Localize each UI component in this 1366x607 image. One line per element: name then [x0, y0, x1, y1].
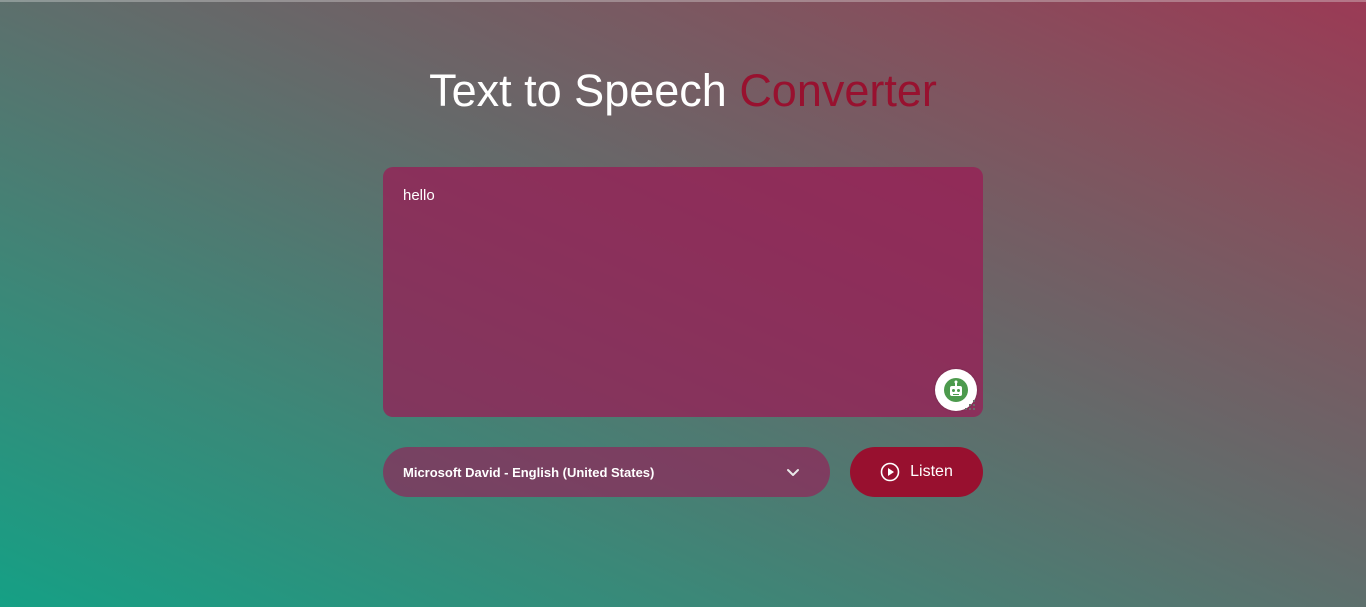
text-input-panel: hello [383, 167, 983, 417]
voice-select[interactable]: Microsoft David - English (United States… [383, 447, 830, 497]
title-main: Text to Speech [429, 65, 727, 116]
listen-button[interactable]: Listen [850, 447, 983, 497]
listen-button-label: Listen [910, 463, 953, 480]
page-title: Text to Speech Converter [0, 64, 1366, 118]
play-circle-icon [880, 462, 900, 482]
window-top-edge [0, 0, 1366, 2]
text-input[interactable]: hello [403, 187, 963, 397]
resize-grip-icon[interactable] [964, 398, 976, 410]
title-accent: Converter [739, 65, 937, 116]
chevron-down-icon [786, 467, 800, 477]
voice-select-value: Microsoft David - English (United States… [403, 464, 655, 480]
